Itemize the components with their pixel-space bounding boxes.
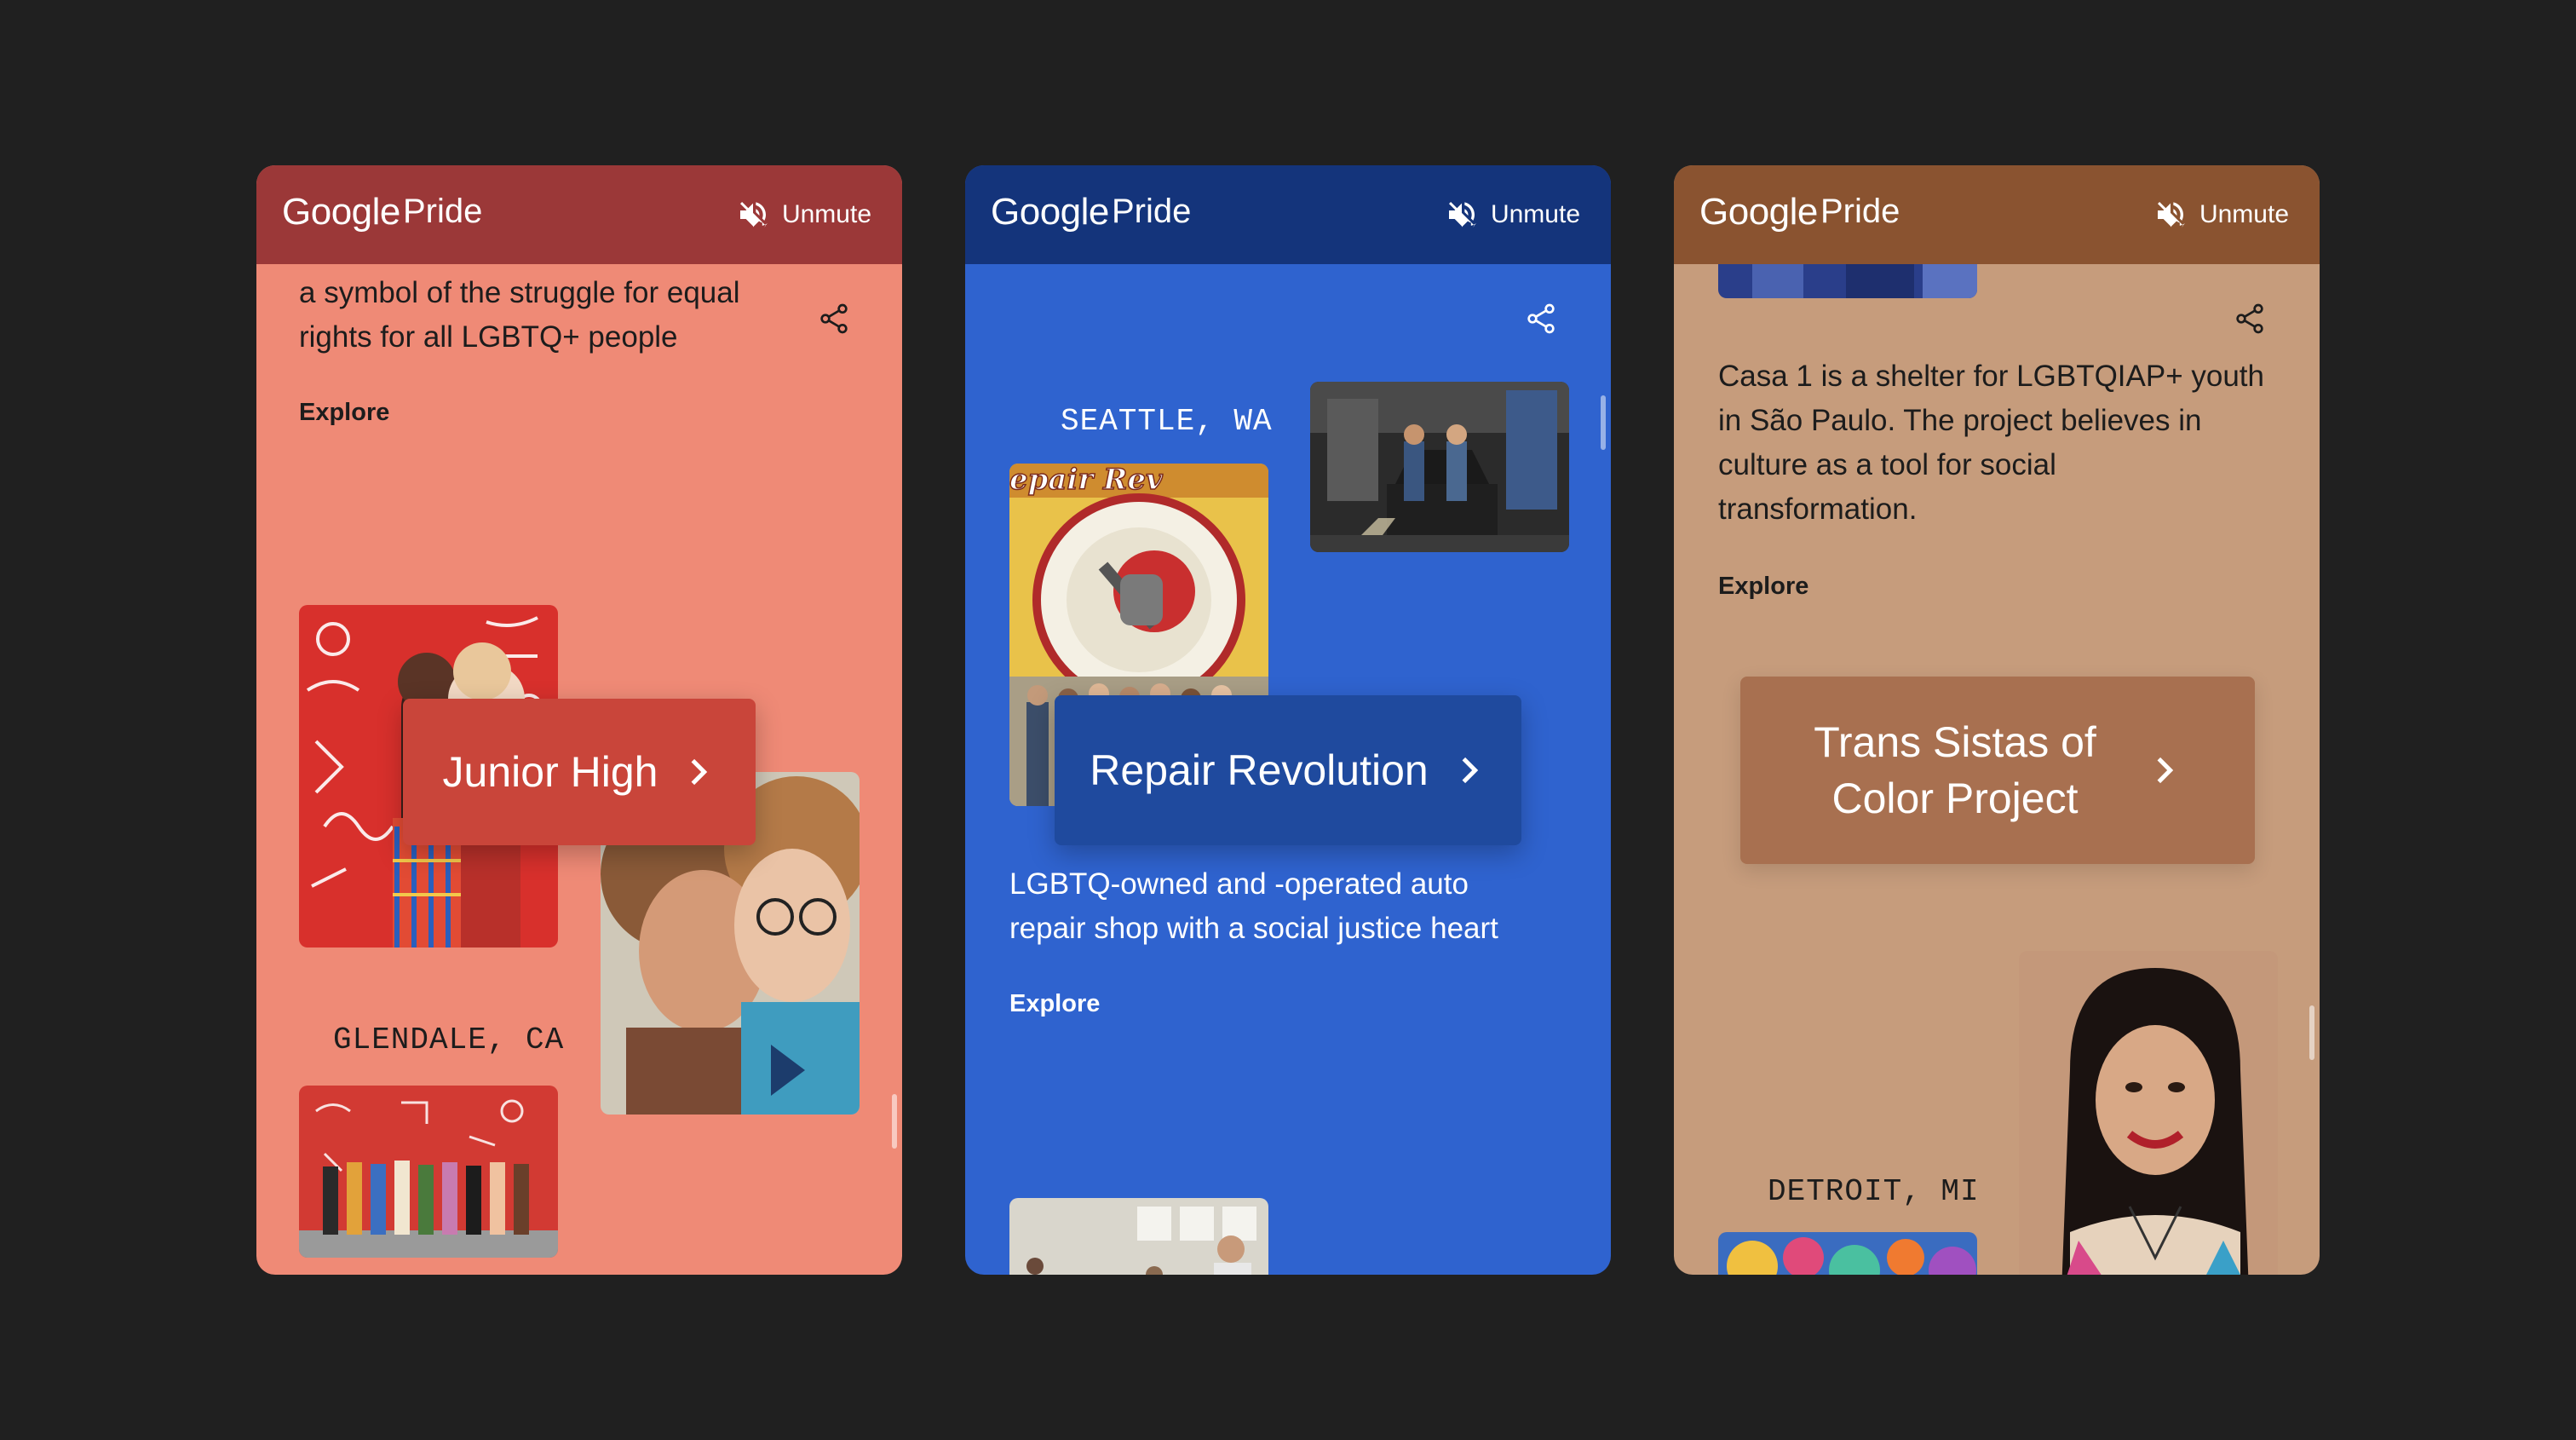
google-logo[interactable]: Google (991, 191, 1109, 233)
feature-title-line: Color Project (1831, 775, 2079, 822)
story-description: Casa 1 is a shelter for LGBTQIAP+ youth … (1718, 354, 2264, 532)
phone-card-pride-glendale: Google Pride Unmute a symbol of the stru… (256, 165, 902, 1275)
explore-link[interactable]: Explore (1009, 990, 1100, 1018)
share-icon (2236, 303, 2263, 334)
share-icon (1527, 303, 1555, 334)
story-description: a symbol of the struggle for equal right… (299, 271, 740, 360)
share-button[interactable] (817, 302, 851, 336)
unmute-button[interactable]: Unmute (736, 198, 871, 232)
chevron-right-icon (2157, 757, 2173, 784)
phone-card-pride-seattle: Google Pride Unmute SEATTLE, WA epair Re… (965, 165, 1611, 1275)
unmute-label: Unmute (1490, 200, 1580, 228)
unmute-button[interactable]: Unmute (1445, 198, 1580, 232)
phone-card-pride-detroit: Google Pride Unmute Casa 1 is a shelter … (1674, 165, 2320, 1275)
story-description: LGBTQ-owned and -operated auto repair sh… (1009, 862, 1498, 951)
photo-colorful-art[interactable] (1718, 1232, 1977, 1275)
chevron-right-icon (1462, 757, 1478, 784)
description-line: culture as a tool for social (1718, 448, 2056, 481)
svg-text:epair Rev: epair Rev (1009, 464, 1164, 497)
feature-junior-high-button[interactable]: Junior High (403, 699, 756, 845)
google-logo[interactable]: Google (282, 191, 400, 233)
photo-next-story[interactable] (1009, 1198, 1268, 1275)
share-icon (820, 303, 848, 334)
city-label: DETROIT, MI (1768, 1174, 1980, 1209)
share-button[interactable] (1524, 302, 1558, 336)
unmute-label: Unmute (781, 200, 871, 228)
top-bar: Google Pride Unmute (965, 165, 1611, 264)
share-button[interactable] (2233, 302, 2267, 336)
unmute-button[interactable]: Unmute (2153, 198, 2289, 232)
top-bar: Google Pride Unmute (1674, 165, 2320, 264)
speaker-muted-icon (2157, 202, 2185, 228)
city-label: GLENDALE, CA (333, 1022, 565, 1057)
speaker-muted-icon (739, 202, 768, 228)
feature-title: Trans Sistas of Color Project (1814, 714, 2096, 827)
scrollbar-thumb[interactable] (1601, 395, 1606, 450)
description-line: transformation. (1718, 492, 1918, 526)
speaker-muted-icon (1448, 202, 1476, 228)
description-line: LGBTQ-owned and -operated auto (1009, 867, 1469, 901)
description-line: in São Paulo. The project believes in (1718, 404, 2202, 437)
description-line: Casa 1 is a shelter for LGBTQIAP+ youth (1718, 360, 2264, 393)
chevron-right-icon (692, 758, 708, 786)
explore-link[interactable]: Explore (299, 399, 389, 427)
description-line: a symbol of the struggle for equal (299, 276, 740, 309)
explore-link[interactable]: Explore (1718, 573, 1808, 601)
photo-mechanics-garage[interactable] (1310, 382, 1569, 552)
feature-title-line: Trans Sistas of (1814, 718, 2096, 766)
city-label: SEATTLE, WA (1061, 404, 1273, 439)
feature-title: Junior High (442, 748, 658, 796)
description-line: rights for all LGBTQ+ people (299, 320, 678, 354)
google-logo[interactable]: Google (1699, 191, 1818, 233)
description-line: repair shop with a social justice heart (1009, 912, 1498, 945)
photo-portrait[interactable] (2019, 951, 2278, 1275)
photo-group-mural[interactable] (299, 1086, 558, 1258)
feature-title: Repair Revolution (1090, 746, 1429, 794)
stage: Google Pride Unmute a symbol of the stru… (0, 0, 2576, 1440)
pride-title[interactable]: Pride (403, 193, 482, 231)
unmute-label: Unmute (2199, 200, 2289, 228)
top-bar: Google Pride Unmute (256, 165, 902, 264)
feature-repair-revolution-button[interactable]: Repair Revolution (1055, 695, 1521, 845)
pride-title[interactable]: Pride (1112, 193, 1191, 231)
scrollbar-thumb[interactable] (892, 1094, 897, 1149)
pride-title[interactable]: Pride (1820, 193, 1900, 231)
feature-trans-sistas-button[interactable]: Trans Sistas of Color Project (1740, 677, 2255, 864)
scrollbar-thumb[interactable] (2309, 1005, 2314, 1060)
